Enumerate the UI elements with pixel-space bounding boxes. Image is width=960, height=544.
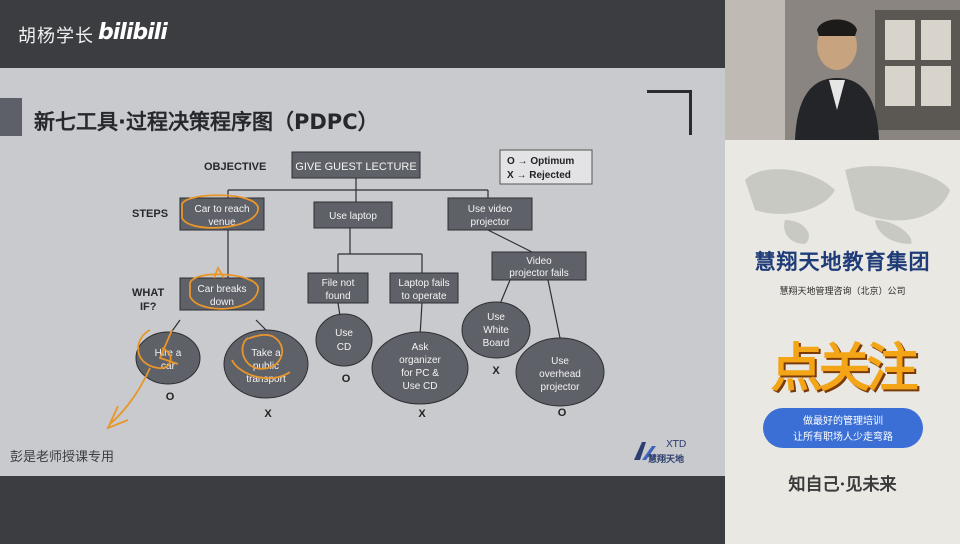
- ad-motto: 知自己·见未来: [788, 475, 897, 495]
- video-bottom-bar: [0, 476, 725, 544]
- xtd-logo-name: 慧翔天地: [648, 455, 685, 465]
- solution-use-cd: Use CD O: [315, 313, 373, 385]
- svg-text:Use: Use: [551, 356, 569, 367]
- svg-text:organizer: organizer: [399, 355, 441, 366]
- mark-optimum: O: [558, 407, 567, 419]
- label-what: WHAT: [132, 287, 164, 299]
- svg-text:White: White: [483, 325, 509, 336]
- objective-box: GIVE GUEST LECTURE: [291, 151, 421, 179]
- mark-optimum: O: [166, 391, 175, 403]
- solution-public-transport: Take a public transport X: [223, 329, 309, 420]
- svg-text:Car to reach: Car to reach: [194, 204, 249, 215]
- svg-text:to operate: to operate: [401, 291, 446, 302]
- svg-text:projector: projector: [541, 382, 581, 393]
- solution-overhead-projector: Use overhead projector O: [515, 337, 605, 419]
- svg-text:projector: projector: [471, 217, 511, 228]
- svg-text:Ask: Ask: [412, 342, 430, 353]
- legend-box: O → Optimum X → Rejected: [499, 149, 593, 185]
- svg-text:for PC &: for PC &: [401, 368, 439, 379]
- step-box-laptop: Use laptop: [313, 201, 393, 229]
- svg-text:Use: Use: [487, 312, 505, 323]
- svg-text:Car breaks: Car breaks: [198, 284, 247, 295]
- svg-text:overhead: overhead: [539, 369, 581, 380]
- mark-rejected: X: [492, 365, 500, 377]
- label-objective: OBJECTIVE: [204, 161, 266, 173]
- presentation-slide: 新七工具·过程决策程序图（PDPC） GIVE GUEST LECTURE OB…: [0, 68, 725, 476]
- svg-text:Video: Video: [526, 256, 552, 267]
- ad-ribbon-line2: 让所有职场人少走弯路: [793, 432, 893, 443]
- legend-optimum: O → Optimum: [507, 156, 574, 167]
- svg-text:Use CD: Use CD: [402, 381, 437, 392]
- svg-text:Use: Use: [335, 328, 353, 339]
- ad-ribbon-line1: 做最好的管理培训: [803, 416, 883, 427]
- channel-name: 胡杨学长: [18, 26, 94, 47]
- ad-subtitle: 慧翔天地管理咨询（北京）公司: [779, 287, 906, 297]
- svg-text:public: public: [253, 361, 279, 372]
- svg-text:projector fails: projector fails: [509, 268, 568, 279]
- legend-rejected: X → Rejected: [507, 170, 571, 181]
- whatif-box-file-not-found: File not found: [307, 272, 369, 304]
- svg-text:down: down: [210, 297, 234, 308]
- right-panel: 慧翔天地教育集团 慧翔天地管理咨询（北京）公司 点关注 做最好的管理培训 让所有…: [725, 0, 960, 544]
- whatif-box-projector-fails: Video projector fails: [491, 251, 587, 281]
- video-top-bar: 胡杨学长 bilibili: [0, 0, 725, 68]
- xtd-logo-text: XTD: [666, 439, 687, 450]
- svg-text:CD: CD: [337, 342, 351, 353]
- webcam-feed: [725, 0, 960, 140]
- svg-text:Board: Board: [483, 338, 510, 349]
- mark-rejected: X: [264, 408, 272, 420]
- advertisement-banner: 慧翔天地教育集团 慧翔天地管理咨询（北京）公司 点关注 做最好的管理培训 让所有…: [725, 140, 960, 544]
- svg-text:found: found: [325, 291, 350, 302]
- label-if: IF?: [140, 301, 157, 313]
- ad-follow-text: 点关注: [770, 339, 918, 399]
- objective-text: GIVE GUEST LECTURE: [295, 161, 416, 173]
- mark-optimum: O: [342, 373, 351, 385]
- label-steps: STEPS: [132, 208, 168, 220]
- svg-text:Laptop fails: Laptop fails: [398, 278, 449, 289]
- pdpc-diagram: GIVE GUEST LECTURE OBJECTIVE STEPS WHAT …: [106, 149, 605, 430]
- whatif-box-laptop-fails: Laptop fails to operate: [389, 272, 459, 304]
- step-box-projector: Use video projector: [447, 197, 533, 231]
- solution-ask-organizer: Ask organizer for PC & Use CD X: [371, 331, 469, 420]
- whatif-box-car-breaks: Car breaks down: [179, 277, 265, 311]
- svg-text:File not: File not: [322, 278, 355, 289]
- solution-hire-car: Hire a car O: [135, 331, 201, 403]
- bilibili-logo-icon: bilibili: [98, 20, 168, 45]
- ad-group-name: 慧翔天地教育集团: [754, 249, 931, 274]
- mark-rejected: X: [418, 408, 426, 420]
- watermark-text: 彭是老师授课专用: [10, 450, 115, 465]
- svg-text:Take a: Take a: [251, 348, 281, 359]
- svg-text:Use video: Use video: [468, 204, 513, 215]
- svg-text:Use laptop: Use laptop: [329, 211, 377, 222]
- presenter-image: [725, 0, 960, 140]
